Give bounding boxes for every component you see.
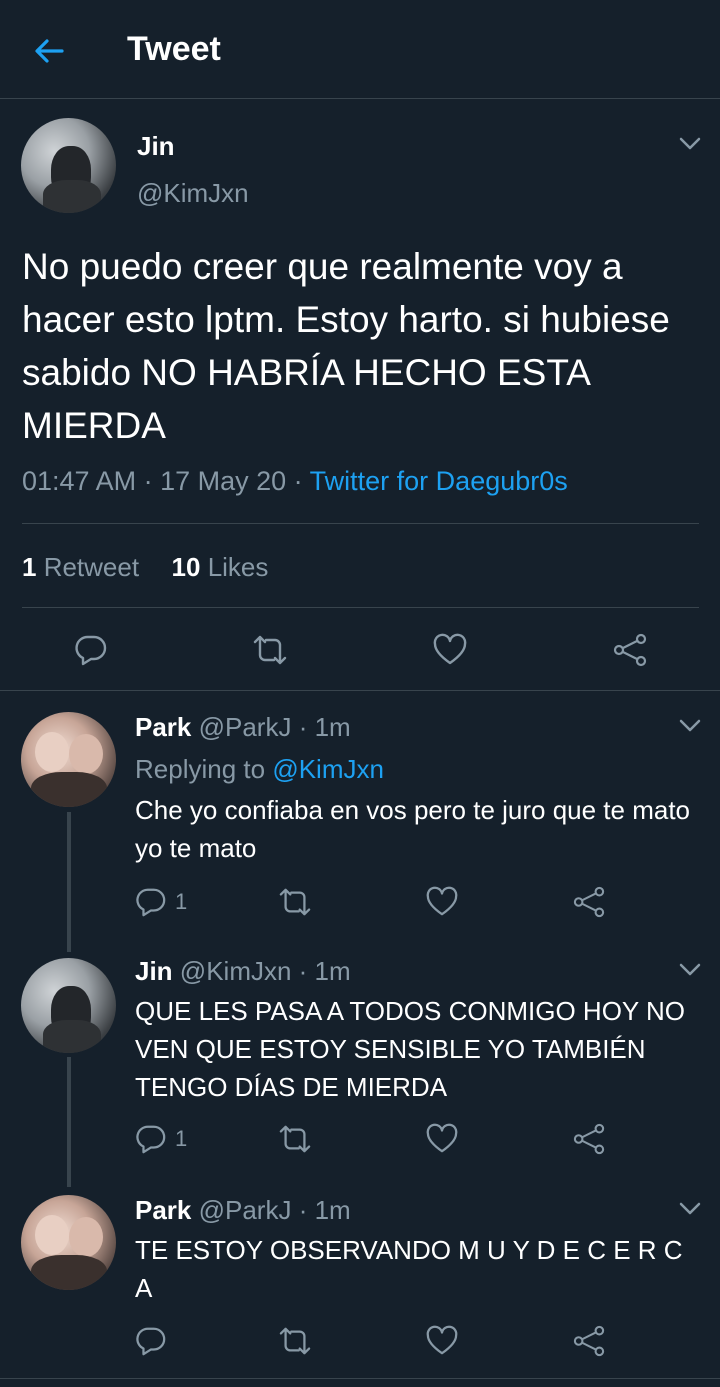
share-icon (573, 1123, 605, 1155)
reply-text: Che yo confiaba en vos pero te juro que … (135, 795, 691, 863)
author-name[interactable]: Jin (135, 956, 173, 986)
author-name[interactable]: Park (135, 1195, 191, 1225)
author-name[interactable]: Jin (137, 131, 175, 162)
replying-prefix: Replying to (135, 754, 273, 784)
likes-stat[interactable]: 10 Likes (172, 552, 269, 582)
author-handle-time: @ParkJ · 1m (191, 1195, 351, 1225)
heart-icon (426, 1325, 458, 1355)
like-button[interactable] (425, 1123, 459, 1155)
retweets-count: 1 (22, 552, 37, 582)
reply-button[interactable] (135, 1325, 175, 1357)
reply-text: QUE LES PASA A TODOS CONMIGO HOY NO VEN … (135, 996, 686, 1102)
divider (22, 523, 699, 524)
avatar[interactable] (21, 958, 116, 1053)
share-button[interactable] (572, 1325, 606, 1357)
share-button[interactable] (572, 886, 606, 918)
reply-count: 1 (175, 1126, 188, 1151)
author-handle-time: @ParkJ · 1m (191, 712, 351, 742)
chevron-down-icon[interactable] (679, 137, 701, 151)
divider (0, 1378, 720, 1379)
tweet-timestamp: 01:47 AM · 17 May 20 · (22, 466, 310, 496)
retweets-label: Retweet (36, 552, 140, 582)
like-button[interactable] (425, 886, 459, 918)
retweet-button[interactable] (276, 1123, 314, 1155)
thread-connector (67, 1057, 71, 1187)
page-title: Tweet (127, 30, 221, 68)
retweet-icon (279, 1327, 311, 1355)
tweet-text: No puedo creer que realmente voy a hacer… (22, 246, 670, 446)
share-button[interactable] (612, 633, 648, 667)
avatar[interactable] (21, 712, 116, 807)
tweet-source-link[interactable]: Twitter for Daegubr0s (310, 466, 568, 496)
reply-icon (136, 888, 166, 917)
retweet-button[interactable] (276, 1325, 314, 1357)
heart-icon (433, 633, 467, 665)
retweet-button[interactable] (250, 633, 290, 667)
like-button[interactable] (425, 1325, 459, 1357)
author-handle[interactable]: @KimJxn (137, 178, 249, 209)
reply-button[interactable]: 1 (135, 886, 187, 918)
avatar[interactable] (21, 1195, 116, 1290)
replying-handle-link[interactable]: @KimJxn (272, 754, 384, 784)
chevron-down-icon[interactable] (679, 963, 701, 977)
arrow-left-icon (35, 39, 64, 63)
divider (22, 607, 699, 608)
likes-count: 10 (171, 552, 201, 582)
likes-label: Likes (200, 552, 269, 582)
reply-author: Park @ParkJ · 1m (135, 1195, 351, 1226)
heart-icon (426, 1123, 458, 1153)
tweet-metadata: 01:47 AM · 17 May 20 · Twitter for Daegu… (22, 466, 568, 497)
reply-author: Park @ParkJ · 1m (135, 712, 351, 743)
retweets-stat[interactable]: 1 Retweet (22, 552, 139, 582)
retweet-button[interactable] (276, 886, 314, 918)
back-button[interactable] (26, 28, 72, 74)
chevron-down-icon[interactable] (679, 719, 701, 733)
thread-connector (67, 812, 71, 952)
retweet-icon (279, 1125, 311, 1153)
heart-icon (426, 886, 458, 916)
top-bar: Tweet (0, 0, 720, 99)
divider (0, 690, 720, 691)
reply-count: 1 (175, 889, 188, 914)
tweet-stats: 1 Retweet 10 Likes (22, 552, 268, 583)
retweet-icon (279, 888, 311, 916)
like-button[interactable] (432, 633, 468, 667)
share-icon (613, 633, 647, 667)
author-name[interactable]: Park (135, 712, 191, 742)
reply-button[interactable] (74, 633, 108, 667)
replying-to: Replying to @KimJxn (135, 754, 384, 785)
retweet-icon (253, 635, 287, 665)
reply-author: Jin @KimJxn · 1m (135, 956, 351, 987)
reply-icon (136, 1327, 166, 1356)
reply-text: TE ESTOY OBSERVANDO M U Y D E C E R C A (135, 1235, 683, 1303)
share-icon (573, 886, 605, 918)
reply-icon (136, 1125, 166, 1154)
share-button[interactable] (572, 1123, 606, 1155)
avatar[interactable] (21, 118, 116, 213)
chevron-down-icon[interactable] (679, 1202, 701, 1216)
reply-button[interactable]: 1 (135, 1123, 187, 1155)
share-icon (573, 1325, 605, 1357)
reply-icon (75, 635, 107, 666)
author-handle-time: @KimJxn · 1m (172, 956, 351, 986)
